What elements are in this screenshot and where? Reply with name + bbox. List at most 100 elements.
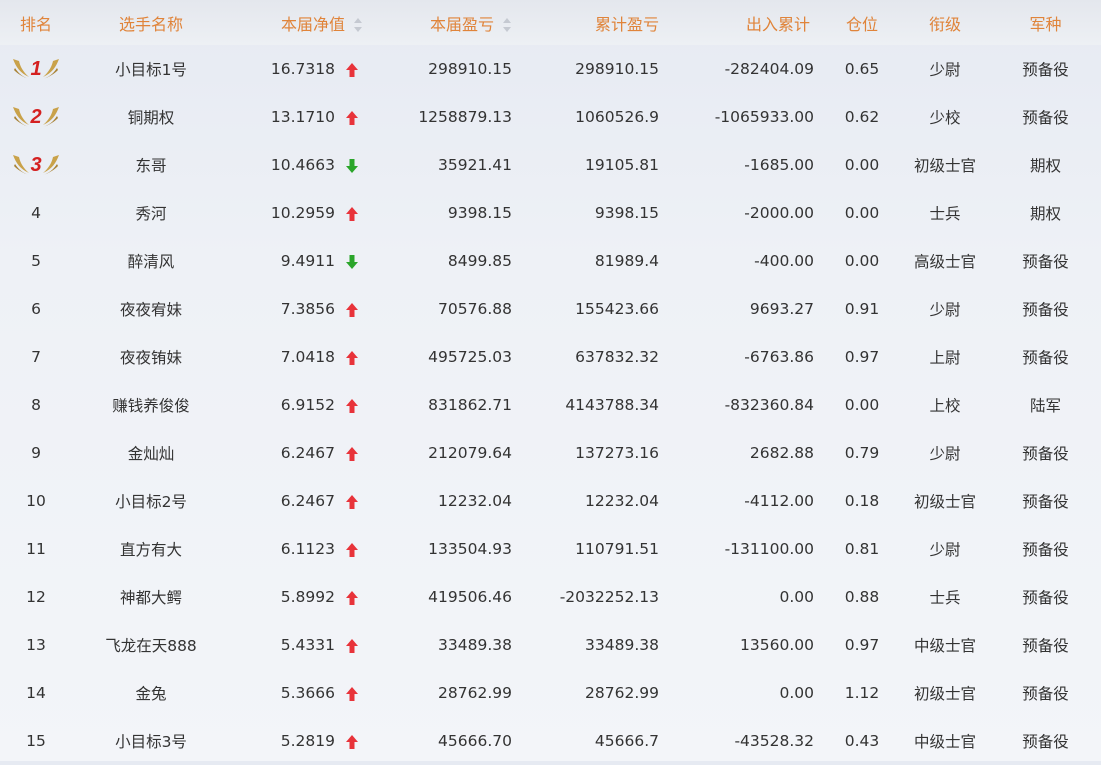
position-value: 0.88 (844, 588, 880, 606)
trend-up-icon (345, 350, 359, 366)
player-name[interactable]: 铜期权 (72, 93, 230, 141)
player-name[interactable]: 醉清风 (72, 237, 230, 285)
branch-value: 预备役 (1022, 445, 1069, 463)
player-name[interactable]: 夜夜铕妹 (72, 333, 230, 381)
branch-value: 预备役 (1022, 301, 1069, 319)
rank-medal-icon: 3 (10, 151, 62, 179)
position-value: 0.00 (844, 252, 880, 270)
rank-number: 4 (31, 204, 41, 222)
player-name[interactable]: 直方有大 (72, 525, 230, 573)
trend-down-icon (345, 254, 359, 270)
cum-pnl-value: 28762.99 (585, 684, 659, 702)
player-name[interactable]: 赚钱养俊俊 (72, 381, 230, 429)
player-name[interactable]: 东哥 (72, 141, 230, 189)
ranking-table: 排名 选手名称 本届净值 本届盈亏 累计盈亏 出入累计 仓位 衔级 军种 1 小目… (0, 0, 1101, 765)
nav-cell: 6.9152 (230, 381, 370, 429)
nav-cell: 10.4663 (230, 141, 370, 189)
title-value: 士兵 (929, 205, 961, 223)
rank-medal-icon: 1 (10, 55, 62, 83)
pnl-value: 212079.64 (428, 444, 512, 462)
nav-value: 6.2467 (280, 492, 335, 510)
table-row: 11 直方有大 6.1123 133504.93 110791.51 -131100.00… (0, 525, 1101, 573)
title-value: 上校 (929, 397, 961, 415)
branch-value: 陆军 (1029, 397, 1061, 415)
header-flow: 出入累计 (745, 14, 810, 34)
rank-number: 15 (26, 732, 46, 750)
rank-number: 5 (31, 252, 41, 270)
nav-value: 13.1710 (270, 108, 335, 126)
title-value: 少尉 (929, 61, 961, 79)
trend-up-icon (345, 206, 359, 222)
title-value: 中级士官 (913, 637, 976, 655)
nav-cell: 16.7318 (230, 45, 370, 93)
nav-value: 10.2959 (270, 204, 335, 222)
cum-pnl-value: 155423.66 (575, 300, 659, 318)
nav-value: 10.4663 (270, 156, 335, 174)
player-name[interactable]: 秀河 (72, 189, 230, 237)
branch-value: 预备役 (1022, 733, 1069, 751)
player-name[interactable]: 小目标2号 (72, 477, 230, 525)
flow-value: 2682.88 (749, 444, 814, 462)
player-name[interactable]: 金灿灿 (72, 429, 230, 477)
title-value: 士兵 (929, 589, 961, 607)
rank-number: 14 (26, 684, 46, 702)
nav-value: 5.2819 (280, 732, 335, 750)
cum-pnl-value: 33489.38 (585, 636, 659, 654)
trend-down-icon (345, 158, 359, 174)
position-value: 0.00 (844, 156, 880, 174)
rank-medal-number: 1 (30, 58, 41, 80)
nav-value: 5.8992 (280, 588, 335, 606)
position-value: 0.43 (844, 732, 880, 750)
nav-cell: 5.4331 (230, 621, 370, 669)
rank-cell: 1 (0, 45, 72, 93)
pnl-value: 9398.15 (447, 204, 512, 222)
flow-value: -2000.00 (744, 204, 814, 222)
trend-up-icon (345, 62, 359, 78)
branch-value: 预备役 (1022, 589, 1069, 607)
table-row: 1 小目标1号 16.7318 298910.15 298910.15 -282404.0… (0, 45, 1101, 93)
pnl-value: 298910.15 (428, 60, 512, 78)
header-nav[interactable]: 本届净值 (230, 0, 370, 45)
pnl-value: 419506.46 (428, 588, 512, 606)
nav-cell: 7.0418 (230, 333, 370, 381)
cum-pnl-value: 110791.51 (575, 540, 659, 558)
title-value: 初级士官 (913, 493, 976, 511)
sort-icon[interactable] (502, 17, 512, 33)
player-name[interactable]: 飞龙在天888 (72, 621, 230, 669)
cum-pnl-value: 81989.4 (594, 252, 659, 270)
flow-value: -1685.00 (744, 156, 814, 174)
flow-value: 0.00 (779, 684, 814, 702)
player-name[interactable]: 小目标1号 (72, 45, 230, 93)
rank-cell: 15 (0, 717, 72, 765)
table-header-row: 排名 选手名称 本届净值 本届盈亏 累计盈亏 出入累计 仓位 衔级 军种 (0, 0, 1101, 45)
table-row: 9 金灿灿 6.2467 212079.64 137273.16 2682.88 0.79 少… (0, 429, 1101, 477)
cum-pnl-value: 4143788.34 (565, 396, 659, 414)
player-name[interactable]: 神都大鳄 (72, 573, 230, 621)
nav-value: 7.3856 (280, 300, 335, 318)
table-row: 4 秀河 10.2959 9398.15 9398.15 -2000.00 0.00 士兵 期权 (0, 189, 1101, 237)
player-name[interactable]: 金兔 (72, 669, 230, 717)
player-name[interactable]: 夜夜宥妹 (72, 285, 230, 333)
pnl-value: 28762.99 (438, 684, 512, 702)
rank-cell: 5 (0, 237, 72, 285)
header-title: 衔级 (928, 14, 961, 34)
flow-value: -832360.84 (724, 396, 814, 414)
player-name[interactable]: 小目标3号 (72, 717, 230, 765)
table-row: 15 小目标3号 5.2819 45666.70 45666.7 -43528.32 0.4… (0, 717, 1101, 765)
table-row: 3 东哥 10.4663 35921.41 19105.81 -1685.00 0.00 初级… (0, 141, 1101, 189)
position-value: 0.91 (844, 300, 880, 318)
sort-icon[interactable] (353, 17, 363, 33)
position-value: 0.62 (844, 108, 880, 126)
flow-value: 0.00 (779, 588, 814, 606)
pnl-value: 1258879.13 (418, 108, 512, 126)
rank-number: 6 (31, 300, 41, 318)
branch-value: 预备役 (1022, 109, 1069, 127)
table-row: 12 神都大鳄 5.8992 419506.46 -2032252.13 0.00 0.88… (0, 573, 1101, 621)
cum-pnl-value: 137273.16 (575, 444, 659, 462)
rank-cell: 12 (0, 573, 72, 621)
header-pnl[interactable]: 本届盈亏 (370, 0, 520, 45)
nav-cell: 5.2819 (230, 717, 370, 765)
header-pnl-label: 本届盈亏 (429, 14, 494, 34)
nav-cell: 7.3856 (230, 285, 370, 333)
nav-cell: 9.4911 (230, 237, 370, 285)
